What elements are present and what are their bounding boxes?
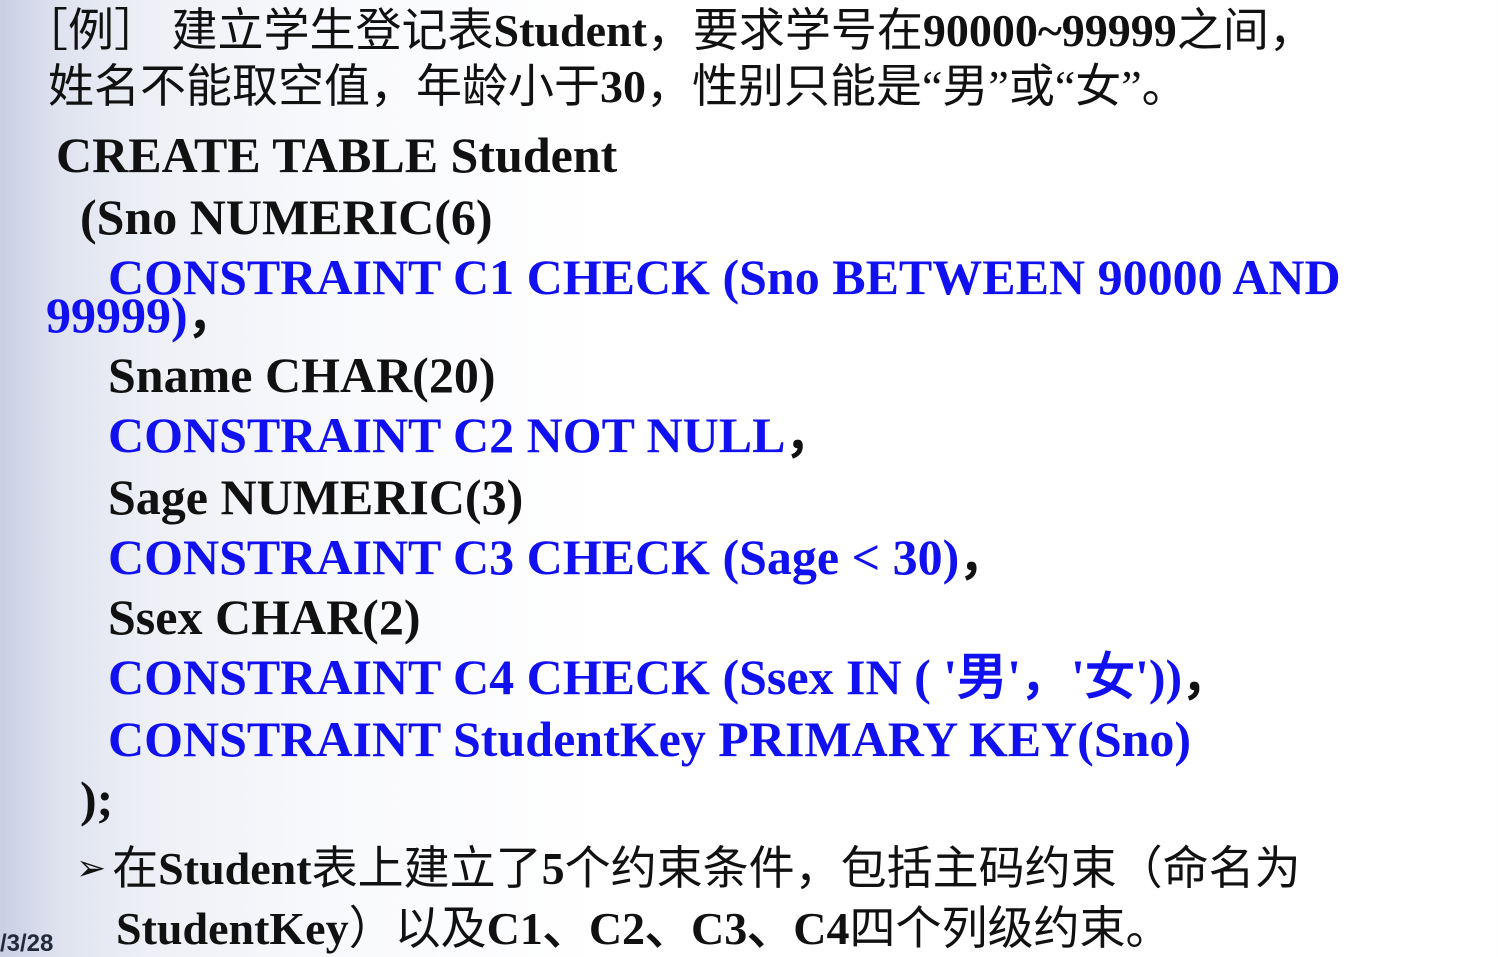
- comma: ，: [187, 287, 238, 343]
- code-statement-end: );: [80, 771, 114, 827]
- intro-age-value: 30: [600, 61, 646, 112]
- code-sno-column: (Sno NUMERIC(6): [80, 189, 493, 245]
- code-constraint-c4-line: CONSTRAINT C4 CHECK (Ssex IN ( '男'，'女'))…: [108, 652, 1232, 702]
- comma: ，: [959, 529, 1010, 585]
- bullet-line2-suffix: 四个列级约束。: [849, 903, 1172, 954]
- code-constraint-c1-wrap: 99999)，: [46, 290, 238, 340]
- intro-mid: ，要求学号在: [646, 5, 923, 56]
- intro-line2-suffix: ，性别只能是“男”或“女”。: [646, 61, 1188, 112]
- intro-line2-prefix: 姓名不能取空值，年龄小于: [48, 61, 600, 112]
- code-constraint-c2-line: CONSTRAINT C2 NOT NULL，: [108, 410, 835, 460]
- code-sname-column: Sname CHAR(20): [108, 347, 496, 403]
- bullet-suffix: 个约束条件，包括主码约束（命名为: [564, 843, 1301, 894]
- footer-date: /3/28: [0, 930, 54, 957]
- code-ssex-column: Ssex CHAR(2): [108, 589, 421, 645]
- comma: ，: [1182, 649, 1233, 705]
- code-constraint-c2: CONSTRAINT C2 NOT NULL: [108, 407, 786, 463]
- code-constraint-c3: CONSTRAINT C3 CHECK (Sage < 30): [108, 529, 960, 585]
- bullet-line-1: ➢ 在Student表上建立了5个约束条件，包括主码约束（命名为: [76, 846, 1301, 892]
- code-constraint-c1-end: 99999): [46, 287, 188, 343]
- arrow-bullet-icon: ➢: [76, 848, 107, 888]
- code-sage-column: Sage NUMERIC(3): [108, 469, 524, 525]
- intro-range: 90000~99999: [922, 5, 1177, 56]
- bullet-prefix: 在: [112, 843, 159, 894]
- bullet-table-name: Student: [158, 843, 312, 894]
- intro-table-name: Student: [493, 5, 647, 56]
- bullet-line2-mid: ）以及: [348, 903, 487, 954]
- intro-line-1: ［例］ 建立学生登记表Student，要求学号在90000~99999之间，: [22, 8, 1315, 54]
- code-primary-key-constraint: CONSTRAINT StudentKey PRIMARY KEY(Sno): [108, 711, 1192, 767]
- slide: ［例］ 建立学生登记表Student，要求学号在90000~99999之间， 姓…: [0, 0, 1498, 957]
- bullet-count: 5: [541, 843, 565, 894]
- code-constraint-c3-line: CONSTRAINT C3 CHECK (Sage < 30)，: [108, 532, 1009, 582]
- intro-line-2: 姓名不能取空值，年龄小于30，性别只能是“男”或“女”。: [48, 64, 1188, 110]
- bullet-constraint-list: C1、C2、C3、C4: [486, 903, 850, 954]
- bullet-mid: 表上建立了: [311, 843, 542, 894]
- code-create-table: CREATE TABLE Student: [56, 127, 618, 183]
- code-constraint-c1: CONSTRAINT C1 CHECK (Sno BETWEEN 90000 A…: [108, 249, 1341, 305]
- comma: ，: [785, 407, 836, 463]
- code-constraint-c4: CONSTRAINT C4 CHECK (Ssex IN ( '男'，'女')): [108, 649, 1183, 705]
- bullet-line-2: StudentKey）以及C1、C2、C3、C4四个列级约束。: [116, 906, 1171, 952]
- bullet-key-name: StudentKey: [116, 903, 349, 954]
- intro-prefix: ［例］ 建立学生登记表: [22, 5, 494, 56]
- intro-suffix: 之间，: [1176, 5, 1315, 56]
